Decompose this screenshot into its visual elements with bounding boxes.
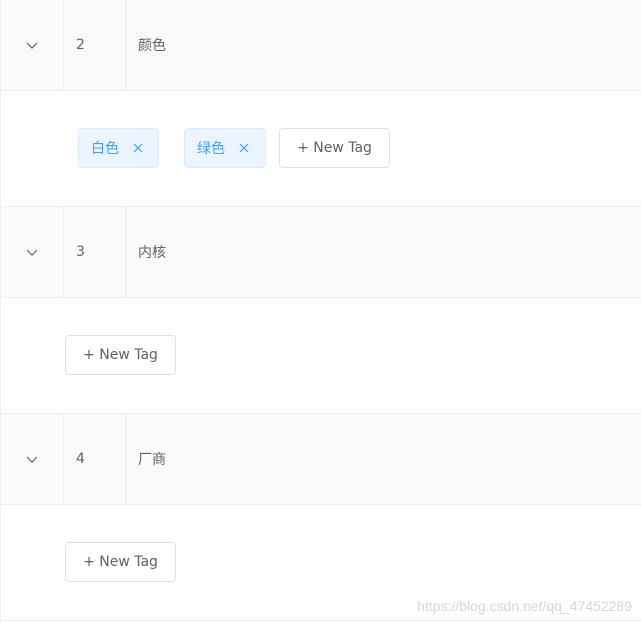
expanded-panel: + New Tag xyxy=(1,298,641,414)
close-icon[interactable] xyxy=(133,143,143,153)
new-tag-button[interactable]: + New Tag xyxy=(65,335,176,375)
row-name: 厂商 xyxy=(138,452,166,468)
chevron-down-icon xyxy=(26,42,38,49)
expand-toggle[interactable] xyxy=(1,207,64,297)
row-id: 3 xyxy=(64,207,126,297)
new-tag-button[interactable]: + New Tag xyxy=(65,542,176,582)
table-row: 2 颜色 xyxy=(1,0,641,91)
chevron-down-icon xyxy=(26,456,38,463)
expand-toggle[interactable] xyxy=(1,414,64,504)
table-bottom-border xyxy=(1,620,641,621)
tag-label: 白色 xyxy=(91,141,119,157)
watermark: https://blog.csdn.net/qq_47452289 xyxy=(417,598,632,614)
expand-toggle[interactable] xyxy=(1,0,64,90)
tag-label: 绿色 xyxy=(197,141,225,157)
tag[interactable]: 白色 xyxy=(78,128,159,168)
data-table: 2 颜色 白色 绿色 + New Tag 3 内核 + New Tag 4 厂商… xyxy=(0,0,641,623)
close-icon[interactable] xyxy=(239,143,249,153)
row-id: 4 xyxy=(64,414,126,504)
new-tag-button[interactable]: + New Tag xyxy=(279,128,390,168)
row-name: 颜色 xyxy=(138,38,166,54)
table-row: 4 厂商 xyxy=(1,414,641,505)
table-row: 3 内核 xyxy=(1,207,641,298)
tag[interactable]: 绿色 xyxy=(184,128,266,168)
row-name: 内核 xyxy=(138,245,166,261)
row-id: 2 xyxy=(64,0,126,90)
chevron-down-icon xyxy=(26,249,38,256)
expanded-panel: 白色 绿色 + New Tag xyxy=(1,91,641,207)
